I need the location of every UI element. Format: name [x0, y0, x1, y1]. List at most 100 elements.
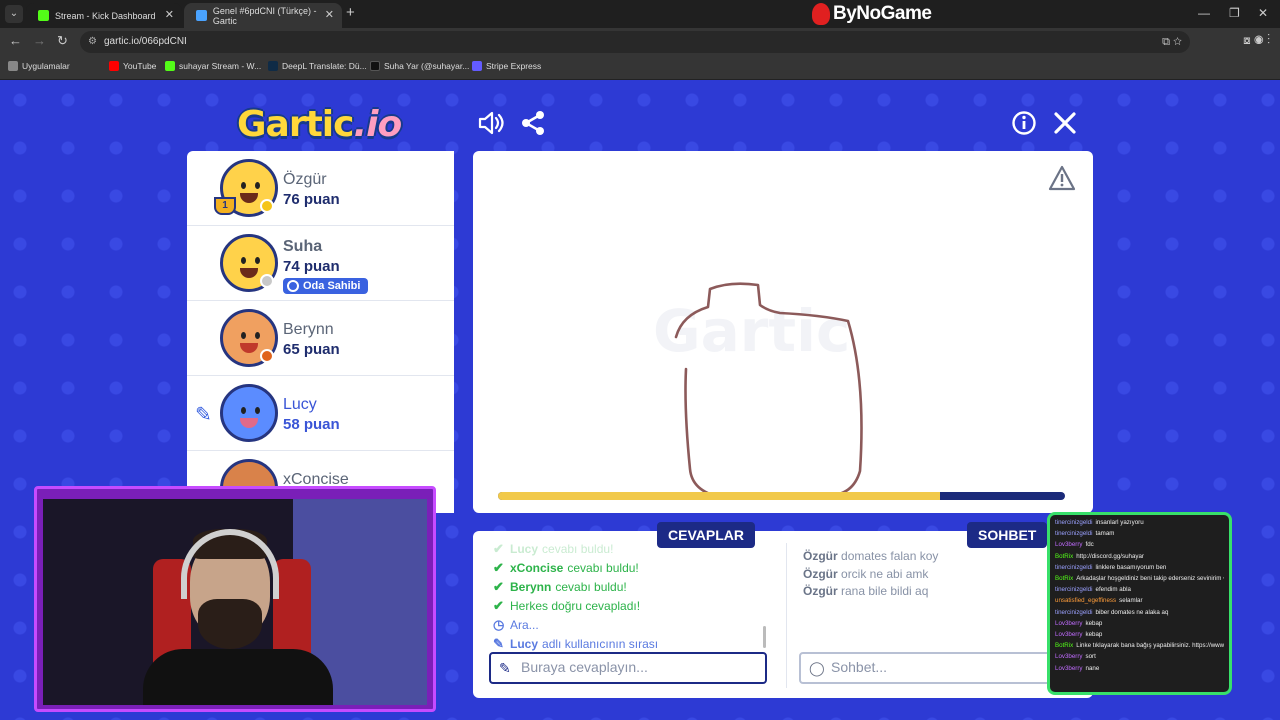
answers-scrollbar[interactable] [763, 626, 766, 648]
stream-chat-line: BotRix Arkadaşlar hoşgeldiniz beni takip … [1055, 573, 1224, 584]
kick-icon [165, 61, 175, 71]
apps-grid-icon [8, 61, 18, 71]
chat-input-box[interactable]: ◯ [799, 652, 1061, 684]
stream-chat-user: tinercinizgeldi [1055, 586, 1093, 594]
brand-name: ByNoGame [833, 3, 932, 24]
stream-chat-line: BotRix Linke tıklayarak bana bağış yapabi… [1055, 640, 1224, 651]
round-timer-bar [498, 492, 1065, 500]
logo-main: Gartic [237, 104, 354, 145]
answer-line: ◷ Ara... [493, 615, 768, 634]
player-name: Berynn [283, 321, 334, 338]
stream-chat-line: unsatisfied_egeffiness selamlar [1055, 595, 1224, 606]
site-info-icon[interactable]: ⚙ [88, 31, 97, 53]
pencil-icon: ✎ [499, 660, 511, 676]
answer-input-box[interactable]: ✎ [489, 652, 767, 684]
profile-menu-icons[interactable]: ⧇ ◉ ⋮ [1243, 33, 1270, 48]
bookmark-label: DeepL Translate: Dü... [282, 61, 367, 71]
trophy-icon: 1 [214, 197, 236, 215]
reload-button[interactable]: ↻ [57, 33, 68, 49]
info-icon[interactable] [1009, 108, 1039, 138]
status-dot [260, 274, 274, 288]
webcam-overlay [34, 486, 436, 712]
bookmark-stripe[interactable]: Stripe Express [472, 61, 541, 71]
canvas-watermark: Gartic [653, 297, 850, 365]
bookmark-tiktok[interactable]: Suha Yar (@suhayar... [370, 61, 469, 71]
badge-label: Oda Sahibi [303, 280, 361, 292]
stream-chat-user: BotRix [1055, 552, 1074, 560]
tab-chat[interactable]: SOHBET [967, 522, 1048, 548]
stream-chat-user: Lov3berry [1055, 619, 1083, 627]
bookmark-kick[interactable]: suhayar Stream - W... [165, 61, 261, 71]
chat-who: Özgür [803, 549, 838, 563]
bookmark-deepl[interactable]: DeepL Translate: Dü... [268, 61, 367, 71]
close-icon[interactable] [1050, 108, 1080, 138]
stream-chat-user: tinercinizgeldi [1055, 608, 1093, 616]
player-name: Lucy [283, 396, 317, 413]
minimize-button[interactable]: — [1198, 6, 1210, 20]
close-tab-icon[interactable]: ✕ [165, 8, 174, 21]
back-button[interactable]: ← [9, 33, 22, 48]
sound-icon[interactable] [476, 108, 506, 138]
forward-button[interactable]: → [33, 33, 46, 48]
stream-chat-user: tinercinizgeldi [1055, 563, 1093, 571]
bookmark-label: Uygulamalar [22, 61, 70, 71]
bookmark-star-icon[interactable]: ⧉ ☆ [1162, 31, 1182, 53]
bynogame-brand: ByNoGame [812, 1, 932, 27]
browser-tab-gartic[interactable]: Genel #6pdCNI (Türkçe) - Gartic ✕ [184, 3, 342, 28]
address-bar-row: ← → ↻ ⚙ gartic.io/066pdCNI ⧉ ☆ ⧇ ◉ ⋮ [0, 28, 1280, 56]
share-icon[interactable] [518, 108, 548, 138]
chat-text: orcik ne abi amk [841, 566, 929, 581]
stream-chat-user: BotRix [1055, 642, 1074, 650]
owner-icon [287, 280, 299, 292]
browser-tab-kick[interactable]: Stream - Kick Dashboard ✕ [26, 3, 182, 28]
url-bar[interactable]: ⚙ gartic.io/066pdCNI ⧉ ☆ [80, 31, 1190, 53]
report-warning-icon[interactable] [1048, 165, 1076, 191]
tab-answers[interactable]: CEVAPLAR [657, 522, 755, 548]
bookmark-youtube[interactable]: YouTube [109, 61, 156, 71]
chat-input[interactable] [831, 659, 1061, 675]
drawing-canvas[interactable]: Gartic [473, 151, 1093, 513]
answer-text: Herkes doğru cevapladı! [510, 598, 641, 613]
stream-chat-user: tinercinizgeldi [1055, 530, 1093, 538]
bookmark-label: suhayar Stream - W... [179, 61, 262, 71]
avatar [220, 384, 278, 442]
chat-text: rana bile bildi aq [841, 584, 929, 598]
close-window-button[interactable]: ✕ [1258, 6, 1268, 20]
player-item-berynn: Berynn 65 puan [187, 301, 454, 376]
logo-suffix: .io [353, 104, 402, 145]
tab-search-button[interactable]: ⌄ [5, 5, 23, 23]
deepl-icon [268, 61, 278, 71]
answer-text: cevabı buldu! [555, 579, 627, 594]
chat-who: Özgür [803, 566, 838, 581]
tiktok-icon [370, 61, 380, 71]
player-name: Özgür [283, 171, 327, 188]
stream-chat-line: tinercinizgeldi linklere basamıyorum ben [1055, 562, 1224, 573]
new-tab-button[interactable]: + [346, 4, 355, 21]
check-icon: ✔ [493, 578, 504, 594]
answers-list: ✔ Lucy cevabı buldu! ✔ xConcise cevabı buldu… [493, 539, 768, 653]
room-owner-badge: Oda Sahibi [283, 278, 369, 294]
answer-text: Ara... [510, 617, 539, 632]
pencil-icon: ✎ [493, 635, 504, 651]
answer-input[interactable] [521, 659, 751, 675]
chat-line: Özgür rana bile bildi aq [803, 584, 938, 602]
players-list: 1 Özgür 76 puan Suha 74 puan Oda Sahibi … [187, 151, 454, 513]
stream-chat-user: Lov3berry [1055, 653, 1083, 661]
stream-chat-text: nane [1085, 664, 1100, 672]
stream-chat-line: tinercinizgeldi biber domates ne alaka aq [1055, 607, 1224, 618]
stream-chat-line: tinercinizgeldi tamam [1055, 528, 1224, 539]
status-dot [260, 199, 274, 213]
maximize-button[interactable]: ❐ [1229, 6, 1240, 20]
chat-text: domates falan koy [841, 549, 939, 563]
chat-line: Özgür domates falan koy [803, 549, 938, 567]
stream-chat-text: Arkadaşlar hoşgeldiniz beni takip ederse… [1076, 575, 1224, 583]
stream-chat-user: Lov3berry [1055, 631, 1083, 639]
bookmark-apps[interactable]: Uygulamalar [8, 61, 70, 71]
answer-who: Lucy [510, 636, 539, 651]
close-tab-icon[interactable]: ✕ [325, 8, 334, 21]
answer-who: xConcise [510, 560, 564, 575]
drawing-strokes: Gartic [653, 282, 863, 499]
stream-chat-text: kebap [1085, 619, 1103, 627]
answer-line: ✔ Berynn cevabı buldu! [493, 577, 768, 596]
answer-who: Lucy [510, 541, 539, 556]
